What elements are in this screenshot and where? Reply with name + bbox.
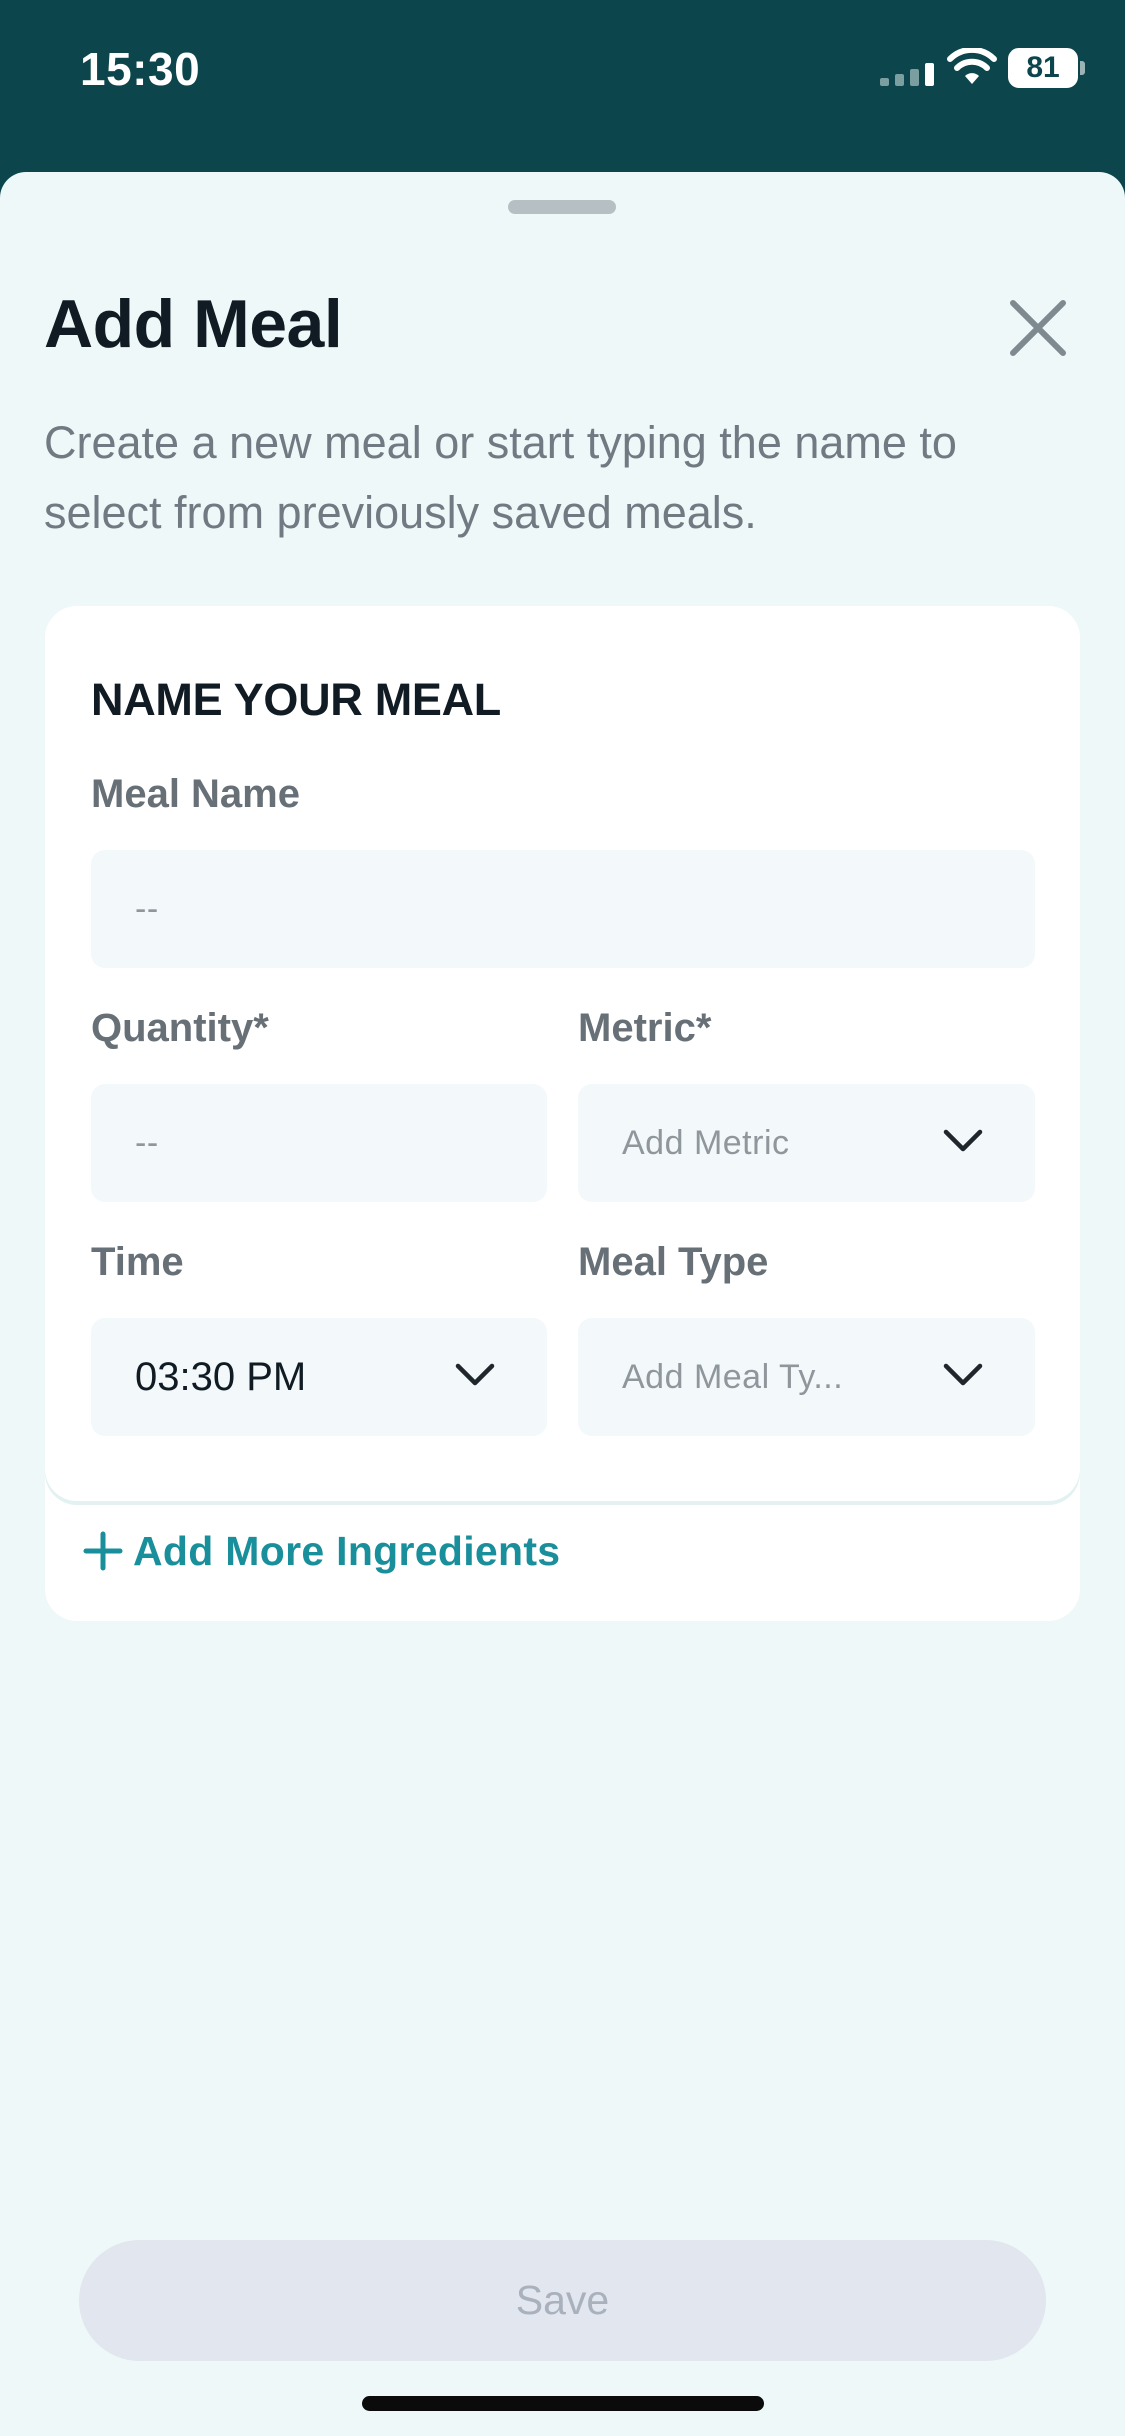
meal-form-section: NAME YOUR MEAL Meal Name -- Quantity* --… bbox=[45, 606, 1080, 1501]
meal-form-card: NAME YOUR MEAL Meal Name -- Quantity* --… bbox=[45, 606, 1080, 1621]
time-dropdown[interactable]: 03:30 PM bbox=[91, 1318, 547, 1436]
battery-icon: 81 bbox=[1008, 48, 1078, 88]
plus-icon bbox=[83, 1531, 123, 1571]
add-more-ingredients-label: Add More Ingredients bbox=[133, 1527, 561, 1574]
chevron-down-icon bbox=[943, 1129, 983, 1152]
metric-dropdown[interactable]: Add Metric bbox=[578, 1084, 1035, 1202]
meal-name-placeholder: -- bbox=[135, 889, 159, 928]
add-more-ingredients-button[interactable]: Add More Ingredients bbox=[83, 1516, 560, 1586]
status-time: 15:30 bbox=[80, 43, 201, 95]
section-heading: NAME YOUR MEAL bbox=[91, 674, 501, 725]
battery-level: 81 bbox=[1026, 51, 1060, 84]
meal-name-input[interactable]: -- bbox=[91, 850, 1035, 968]
meal-type-label: Meal Type bbox=[578, 1240, 769, 1284]
time-label: Time bbox=[91, 1240, 184, 1284]
meal-name-label: Meal Name bbox=[91, 772, 300, 816]
save-button[interactable]: Save bbox=[79, 2240, 1046, 2361]
quantity-placeholder: -- bbox=[135, 1123, 159, 1162]
cellular-signal-icon bbox=[880, 63, 934, 86]
add-meal-sheet: Add Meal Create a new meal or start typi… bbox=[0, 172, 1125, 2436]
chevron-down-icon bbox=[943, 1363, 983, 1386]
wifi-icon bbox=[947, 48, 997, 84]
save-button-label: Save bbox=[515, 2277, 610, 2323]
home-indicator bbox=[362, 2396, 764, 2411]
status-bar: 15:30 81 bbox=[0, 0, 1125, 172]
meal-type-dropdown[interactable]: Add Meal Ty... bbox=[578, 1318, 1035, 1436]
close-button[interactable] bbox=[1000, 290, 1076, 366]
metric-label: Metric* bbox=[578, 1006, 712, 1050]
meal-type-placeholder: Add Meal Ty... bbox=[622, 1357, 844, 1396]
quantity-input[interactable]: -- bbox=[91, 1084, 547, 1202]
battery-cap bbox=[1080, 61, 1085, 75]
sheet-subtitle: Create a new meal or start typing the na… bbox=[44, 417, 957, 538]
time-value: 03:30 PM bbox=[135, 1354, 307, 1399]
quantity-label: Quantity* bbox=[91, 1006, 269, 1050]
close-icon bbox=[1010, 300, 1066, 356]
chevron-down-icon bbox=[455, 1363, 495, 1386]
sheet-title: Add Meal bbox=[44, 286, 343, 362]
sheet-grabber[interactable] bbox=[508, 200, 616, 214]
metric-placeholder: Add Metric bbox=[622, 1123, 790, 1162]
